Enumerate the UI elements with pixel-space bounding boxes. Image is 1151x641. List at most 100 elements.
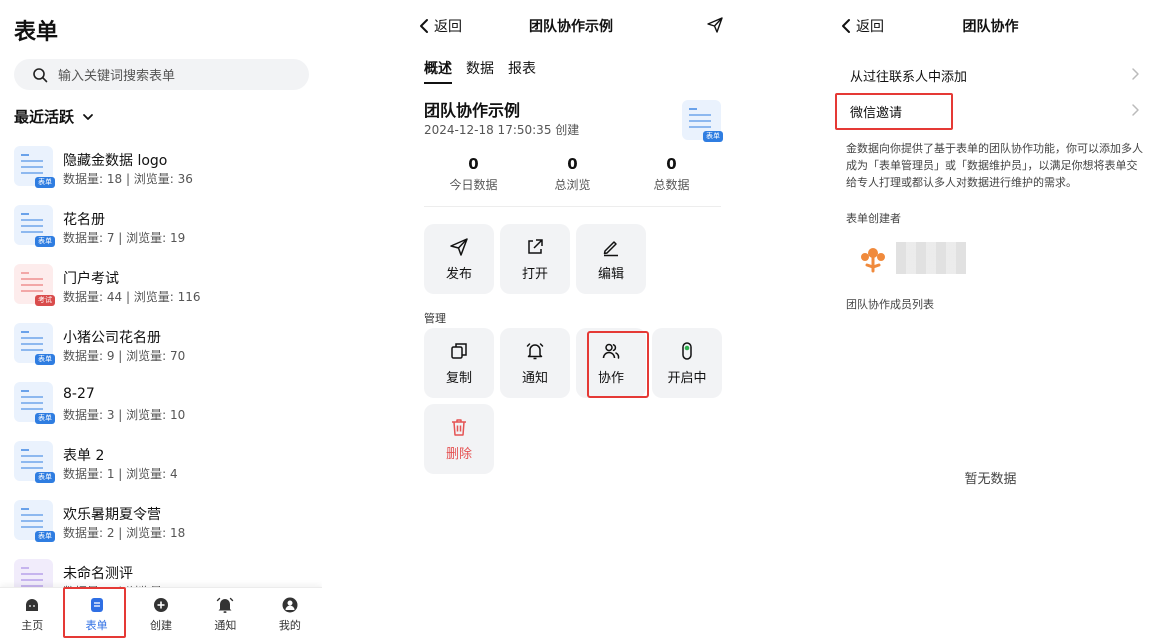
forms-list-screen: 表单 输入关键词搜索表单 最近活跃 表单 隐藏金数据 logo 数据量: 18 | …: [0, 0, 322, 641]
search-input[interactable]: 输入关键词搜索表单: [14, 59, 309, 90]
bell-icon: [526, 342, 544, 359]
stat-today: 0 今日数据: [449, 155, 498, 192]
form-name: 隐藏金数据 logo: [63, 153, 168, 169]
form-type-badge: 表单: [35, 413, 55, 424]
create-icon: [154, 598, 169, 612]
form-meta: 数据量: 1 | 浏览量: 4: [63, 467, 178, 481]
tab-profile[interactable]: 我的: [258, 588, 322, 641]
tab-bell[interactable]: 通知: [193, 588, 257, 641]
form-meta: 数据量: 44 | 浏览量: 116: [63, 290, 201, 304]
form-type-badge: 表单: [35, 531, 55, 542]
notify-label: 通知: [521, 370, 548, 386]
form-name: 小猪公司花名册: [63, 330, 161, 346]
stats-row: 0 今日数据 0 总浏览 0 总数据: [424, 155, 721, 207]
send-icon[interactable]: [706, 16, 724, 34]
recent-active-filter[interactable]: 最近活跃: [14, 106, 94, 127]
exam-thumbnail-icon: 考试: [14, 264, 55, 306]
tab-label: 主页: [21, 619, 44, 632]
form-type-badge: 表单: [35, 177, 55, 188]
tab-overview[interactable]: 概述: [424, 58, 452, 84]
tab-home[interactable]: 主页: [0, 588, 64, 641]
nav-title: 团队协作示例: [529, 19, 613, 35]
form-meta: 数据量: 2 | 浏览量: 18: [63, 526, 186, 540]
form-thumbnail-icon: 表单: [14, 500, 55, 542]
empty-state: 暂无数据: [964, 472, 1017, 487]
form-name: 门户考试: [63, 271, 119, 287]
edit-button[interactable]: 编辑: [576, 224, 646, 294]
form-thumbnail-icon: 表单: [682, 100, 723, 142]
list-item[interactable]: 表单 小猪公司花名册数据量: 9 | 浏览量: 70: [0, 317, 322, 376]
search-placeholder: 输入关键词搜索表单: [58, 69, 176, 84]
copy-icon: [451, 342, 467, 359]
highlight-box-forms-tab: [63, 587, 126, 638]
chevron-right-icon: [1132, 104, 1139, 116]
status-label: 开启中: [667, 370, 707, 386]
open-button[interactable]: 打开: [500, 224, 570, 294]
form-name: 花名册: [63, 212, 105, 228]
tab-label: 我的: [278, 619, 301, 632]
tab-create[interactable]: 创建: [129, 588, 193, 641]
list-item[interactable]: 考试 门户考试数据量: 44 | 浏览量: 116: [0, 258, 322, 317]
collab-description: 金数据向你提供了基于表单的团队协作功能，你可以添加多人成为「表单管理员」或「数据…: [846, 142, 1143, 189]
search-icon: [33, 67, 48, 82]
members-section-label: 团队协作成员列表: [846, 298, 934, 311]
highlight-box-wechat-invite: [835, 93, 953, 130]
form-type-badge: 表单: [35, 354, 55, 365]
notify-button[interactable]: 通知: [500, 328, 570, 398]
delete-label: 删除: [445, 446, 472, 462]
tab-report[interactable]: 报表: [508, 58, 536, 84]
form-thumbnail-icon: 表单: [14, 205, 55, 247]
creator-entry: [858, 240, 968, 276]
open-label: 打开: [521, 266, 548, 282]
manage-section-label: 管理: [424, 312, 446, 325]
status-toggle-button[interactable]: 开启中: [652, 328, 722, 398]
trash-icon: [452, 418, 466, 436]
form-created-time: 2024-12-18 17:50:35 创建: [424, 123, 580, 137]
form-type-badge: 考试: [35, 295, 55, 306]
highlight-box-collab: [587, 331, 649, 398]
form-tag: 表单: [703, 131, 723, 142]
pencil-icon: [603, 240, 618, 256]
form-type-badge: 表单: [35, 236, 55, 247]
tab-label: 通知: [214, 619, 237, 632]
add-from-contacts-label: 从过往联系人中添加: [850, 70, 968, 85]
form-name: 未命名测评: [63, 566, 133, 582]
form-name: 表单 2: [63, 448, 105, 464]
list-item[interactable]: 表单 欢乐暑期夏令营数据量: 2 | 浏览量: 18: [0, 494, 322, 553]
send-icon: [450, 237, 468, 256]
nav-title: 团队协作: [962, 19, 1019, 35]
form-list: 表单 隐藏金数据 logo 数据量: 18 | 浏览量: 36 表单 花名册 数据量: 7…: [0, 140, 322, 612]
form-meta: 数据量: 7 | 浏览量: 19: [63, 231, 186, 245]
tab-data[interactable]: 数据: [466, 58, 494, 84]
stat-views: 0 总浏览: [554, 155, 591, 192]
form-meta: 数据量: 9 | 浏览量: 70: [63, 349, 186, 363]
form-type-badge: 表单: [35, 472, 55, 483]
chevron-right-icon: [1132, 68, 1139, 80]
list-item[interactable]: 表单 8-27 数据量: 3 | 浏览量: 10: [0, 376, 322, 435]
form-detail-screen: 返回 团队协作示例 概述 数据 报表 团队协作示例 2024-12-18 17:…: [408, 0, 734, 641]
form-thumbnail-icon: 表单: [14, 146, 55, 188]
form-name: 欢乐暑期夏令营: [63, 507, 161, 523]
nav-bar: 返回 团队协作示例: [408, 12, 734, 40]
copy-label: 复制: [445, 370, 472, 386]
external-link-icon: [528, 238, 543, 254]
edit-label: 编辑: [597, 266, 624, 282]
form-meta: 数据量: 18 | 浏览量: 36: [63, 172, 193, 186]
creator-avatar-icon: [861, 248, 885, 273]
list-item[interactable]: 表单 隐藏金数据 logo 数据量: 18 | 浏览量: 36: [0, 140, 322, 199]
copy-button[interactable]: 复制: [424, 328, 494, 398]
list-item[interactable]: 表单 花名册数据量: 7 | 浏览量: 19: [0, 199, 322, 258]
delete-button[interactable]: 删除: [424, 404, 494, 474]
page-title: 表单: [14, 20, 59, 45]
form-thumbnail-icon: 表单: [14, 382, 55, 424]
form-thumbnail-icon: 表单: [14, 441, 55, 483]
creator-name-blurred: [896, 242, 966, 274]
creator-section-label: 表单创建者: [846, 212, 901, 225]
list-item[interactable]: 表单 表单 2 数据量: 1 | 浏览量: 4: [0, 435, 322, 494]
recent-active-label: 最近活跃: [14, 108, 75, 126]
bottom-tabbar: 主页 表单 创建 通知 我的: [0, 587, 322, 641]
publish-button[interactable]: 发布: [424, 224, 494, 294]
add-from-contacts-row[interactable]: 从过往联系人中添加: [850, 66, 1140, 85]
stat-total: 0 总数据: [653, 155, 690, 192]
form-thumbnail-icon: 表单: [14, 323, 55, 365]
